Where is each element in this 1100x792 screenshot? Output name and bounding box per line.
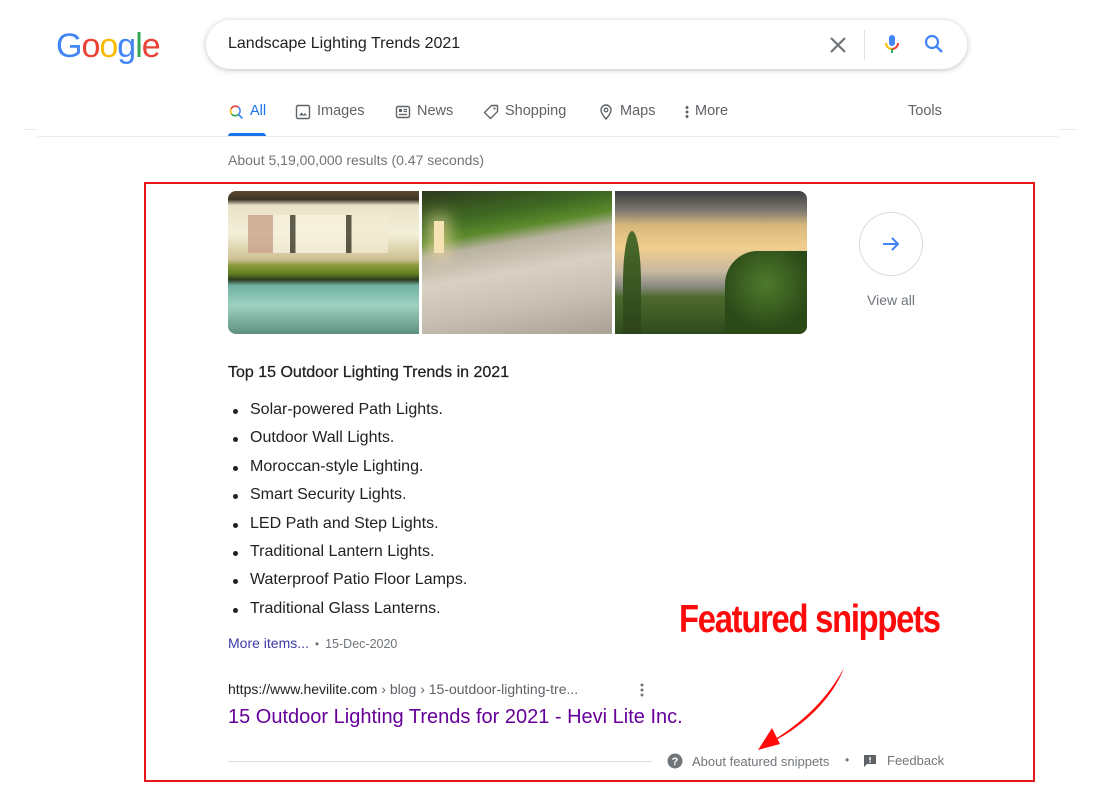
snippet-image[interactable]: [228, 191, 419, 334]
list-item: LED Path and Step Lights.: [228, 510, 467, 538]
cite-breadcrumbs: › blog › 15-outdoor-lighting-tre...: [377, 681, 579, 697]
logo-letter: G: [56, 27, 82, 65]
tab-images[interactable]: Images: [295, 96, 365, 136]
snippet-image[interactable]: [422, 191, 612, 334]
list-item: Solar-powered Path Lights.: [228, 396, 467, 424]
more-vertical-icon: [685, 106, 689, 118]
more-items-row: More items... • 15-Dec-2020: [228, 635, 397, 651]
tab-shopping[interactable]: Shopping: [483, 96, 566, 136]
result-cite[interactable]: https://www.hevilite.com › blog › 15-out…: [228, 681, 578, 697]
tab-news[interactable]: News: [395, 96, 453, 136]
logo-letter: e: [141, 27, 161, 65]
logo-letter: o: [99, 27, 118, 65]
tab-all[interactable]: All: [228, 96, 267, 136]
tools-button[interactable]: Tools: [908, 96, 942, 136]
snippet-date: 15-Dec-2020: [325, 637, 398, 651]
annotation-arrow-icon: [758, 668, 844, 750]
view-all-circle: [859, 212, 923, 276]
close-icon[interactable]: [826, 33, 850, 57]
arrow-right-icon: [883, 237, 900, 251]
view-all-images-button[interactable]: View all: [858, 212, 924, 308]
tab-label: Shopping: [505, 103, 567, 119]
about-featured-snippets-link[interactable]: ? About featured snippets: [667, 753, 829, 769]
tab-label: News: [417, 103, 454, 119]
more-options-icon[interactable]: [636, 682, 648, 698]
tools-label: Tools: [908, 103, 942, 119]
result-title-link[interactable]: 15 Outdoor Lighting Trends for 2021 - He…: [228, 706, 683, 729]
list-item: Traditional Glass Lanterns.: [228, 595, 467, 623]
logo-letter: o: [81, 27, 100, 65]
tab-label: Maps: [620, 103, 656, 119]
more-items-link[interactable]: More items...: [228, 635, 309, 651]
tab-more[interactable]: More: [684, 96, 728, 136]
header-divider-right: [1058, 129, 1078, 130]
tab-label: More: [695, 103, 729, 119]
microphone-icon[interactable]: [880, 32, 904, 56]
logo-letter: g: [117, 27, 136, 65]
tab-label: All: [250, 103, 267, 119]
header-divider-left: [24, 129, 38, 130]
search-divider: [864, 30, 865, 60]
snippet-image[interactable]: [615, 191, 807, 334]
tag-icon: [483, 104, 499, 120]
cite-url: https://www.hevilite.com: [228, 681, 378, 697]
separator-dot: •: [845, 753, 850, 767]
snippet-heading: Top 15 Outdoor Lighting Trends in 2021: [228, 364, 510, 381]
search-icon: [229, 105, 244, 120]
featured-snippets-annotation: Featured snippets: [679, 598, 941, 641]
tabs-divider: [38, 136, 1058, 137]
list-item: Smart Security Lights.: [228, 481, 467, 509]
list-item: Traditional Lantern Lights.: [228, 538, 467, 566]
google-logo[interactable]: Google: [56, 27, 161, 65]
feedback-link[interactable]: Feedback: [863, 753, 944, 768]
svg-text:?: ?: [672, 756, 679, 768]
list-item: Waterproof Patio Floor Lamps.: [228, 566, 467, 594]
feedback-icon: [864, 754, 876, 767]
snippet-image-strip: [228, 191, 807, 334]
list-item: Moroccan-style Lighting.: [228, 453, 467, 481]
snippet-list: Solar-powered Path Lights. Outdoor Wall …: [228, 396, 467, 623]
list-item: Outdoor Wall Lights.: [228, 424, 467, 452]
about-label: About featured snippets: [692, 753, 830, 769]
result-stats: About 5,19,00,000 results (0.47 seconds): [228, 152, 485, 168]
image-icon: [295, 104, 311, 120]
tab-maps[interactable]: Maps: [598, 96, 655, 136]
help-icon: ?: [667, 753, 683, 769]
map-pin-icon: [600, 104, 612, 120]
snippet-footer-divider: [228, 761, 652, 762]
search-input[interactable]: [228, 32, 808, 56]
view-all-label: View all: [867, 292, 915, 308]
search-icon[interactable]: [922, 32, 946, 56]
search-box: [206, 20, 967, 69]
newspaper-icon: [395, 105, 411, 119]
feedback-label: Feedback: [887, 753, 945, 768]
tab-label: Images: [317, 103, 365, 119]
separator-dot: •: [314, 637, 320, 651]
